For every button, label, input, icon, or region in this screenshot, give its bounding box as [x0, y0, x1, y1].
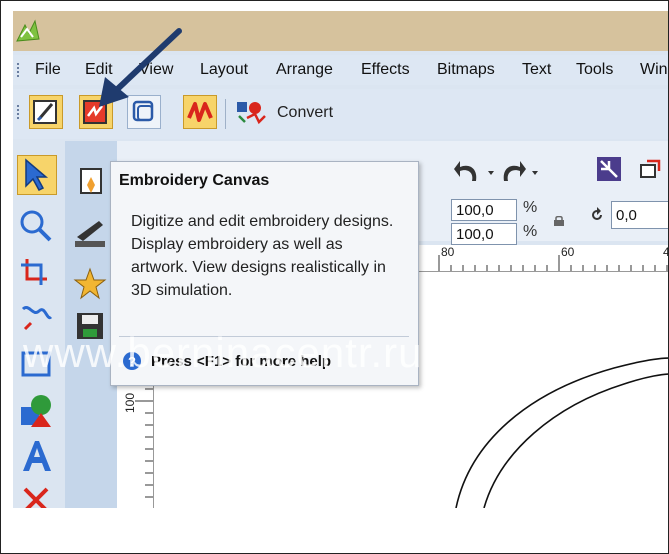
arrow-pointer-icon: [25, 158, 49, 191]
rotate-icon: [587, 205, 607, 225]
ruler-label-60: 60: [561, 245, 575, 259]
menu-file[interactable]: File: [35, 55, 61, 85]
scale-y-input[interactable]: 100,0: [451, 223, 517, 245]
menu-layout[interactable]: Layout: [200, 55, 248, 85]
mirror-icon[interactable]: [597, 157, 621, 181]
rotation-input[interactable]: 0,0: [611, 201, 668, 229]
hoop-button[interactable]: [127, 95, 161, 129]
toolbar-grip[interactable]: [17, 105, 22, 119]
effects-tool[interactable]: [71, 265, 111, 305]
menu-bar: File Edit View Layout Arrange Effects Bi…: [13, 55, 668, 85]
app-window: File Edit View Layout Arrange Effects Bi…: [13, 11, 668, 508]
toolbar-separator: [225, 99, 226, 129]
ruler-label-100: 100: [123, 392, 137, 413]
menu-edit[interactable]: Edit: [85, 55, 113, 85]
magnifier-icon: [20, 210, 52, 242]
zoom-tool[interactable]: [17, 207, 57, 247]
scale-y-unit: %: [523, 223, 538, 240]
embroidery-canvas-button[interactable]: [79, 95, 113, 129]
undo-icon[interactable]: [452, 155, 542, 187]
app-logo-icon: [16, 19, 40, 42]
shapes-icon: [21, 395, 51, 427]
artwork-canvas-button[interactable]: [29, 95, 63, 129]
scale-x-unit: %: [523, 199, 538, 216]
crop-tool[interactable]: [17, 253, 57, 293]
import-tool[interactable]: [71, 163, 111, 203]
star-icon: [73, 267, 107, 300]
zigzag-stitch-icon: [187, 102, 213, 122]
arrange-icon[interactable]: [637, 159, 663, 181]
convert-label: Convert: [277, 104, 334, 121]
menu-tools[interactable]: Tools: [576, 55, 613, 85]
hoop-icon: [132, 100, 154, 122]
title-bar: [13, 11, 668, 51]
ruler-label-80: 80: [441, 245, 455, 259]
convert-button[interactable]: Convert: [233, 97, 333, 129]
cross-icon: [23, 487, 49, 508]
convert-icon: [237, 102, 266, 125]
menu-text[interactable]: Text: [522, 55, 551, 85]
crop-icon: [21, 259, 47, 285]
scale-x-input[interactable]: 100,0: [451, 199, 517, 221]
screenshot-frame: File Edit View Layout Arrange Effects Bi…: [0, 0, 669, 554]
menu-bitmaps[interactable]: Bitmaps: [437, 55, 495, 85]
knife-tool[interactable]: [17, 481, 57, 508]
tooltip-title: Embroidery Canvas: [119, 172, 270, 189]
ruler-label-4: 4: [663, 245, 668, 259]
lock-icon[interactable]: [553, 213, 565, 226]
tooltip-body: Digitize and edit embroidery designs. Di…: [131, 213, 394, 299]
redo-icon: [503, 161, 526, 181]
menu-grip[interactable]: [17, 63, 22, 77]
select-tool[interactable]: [17, 155, 57, 195]
letter-a-icon: [23, 441, 51, 471]
artwork-canvas-icon: [33, 100, 57, 124]
menu-window[interactable]: Win: [640, 55, 668, 85]
import-icon: [80, 168, 102, 194]
main-toolbar: Convert: [13, 89, 668, 139]
tool-palette: [13, 141, 63, 508]
embroidery-canvas-icon: [83, 100, 107, 124]
menu-effects[interactable]: Effects: [361, 55, 410, 85]
text-tool[interactable]: [17, 437, 57, 477]
watermark: www.berninacentr.ru: [23, 329, 423, 376]
scanner-icon: [75, 221, 105, 247]
menu-arrange[interactable]: Arrange: [276, 55, 333, 85]
zigzag-stitch-button[interactable]: [183, 95, 217, 129]
scanner-tool[interactable]: [71, 213, 111, 253]
shapes-tool[interactable]: [17, 391, 57, 431]
menu-view[interactable]: View: [139, 55, 173, 85]
